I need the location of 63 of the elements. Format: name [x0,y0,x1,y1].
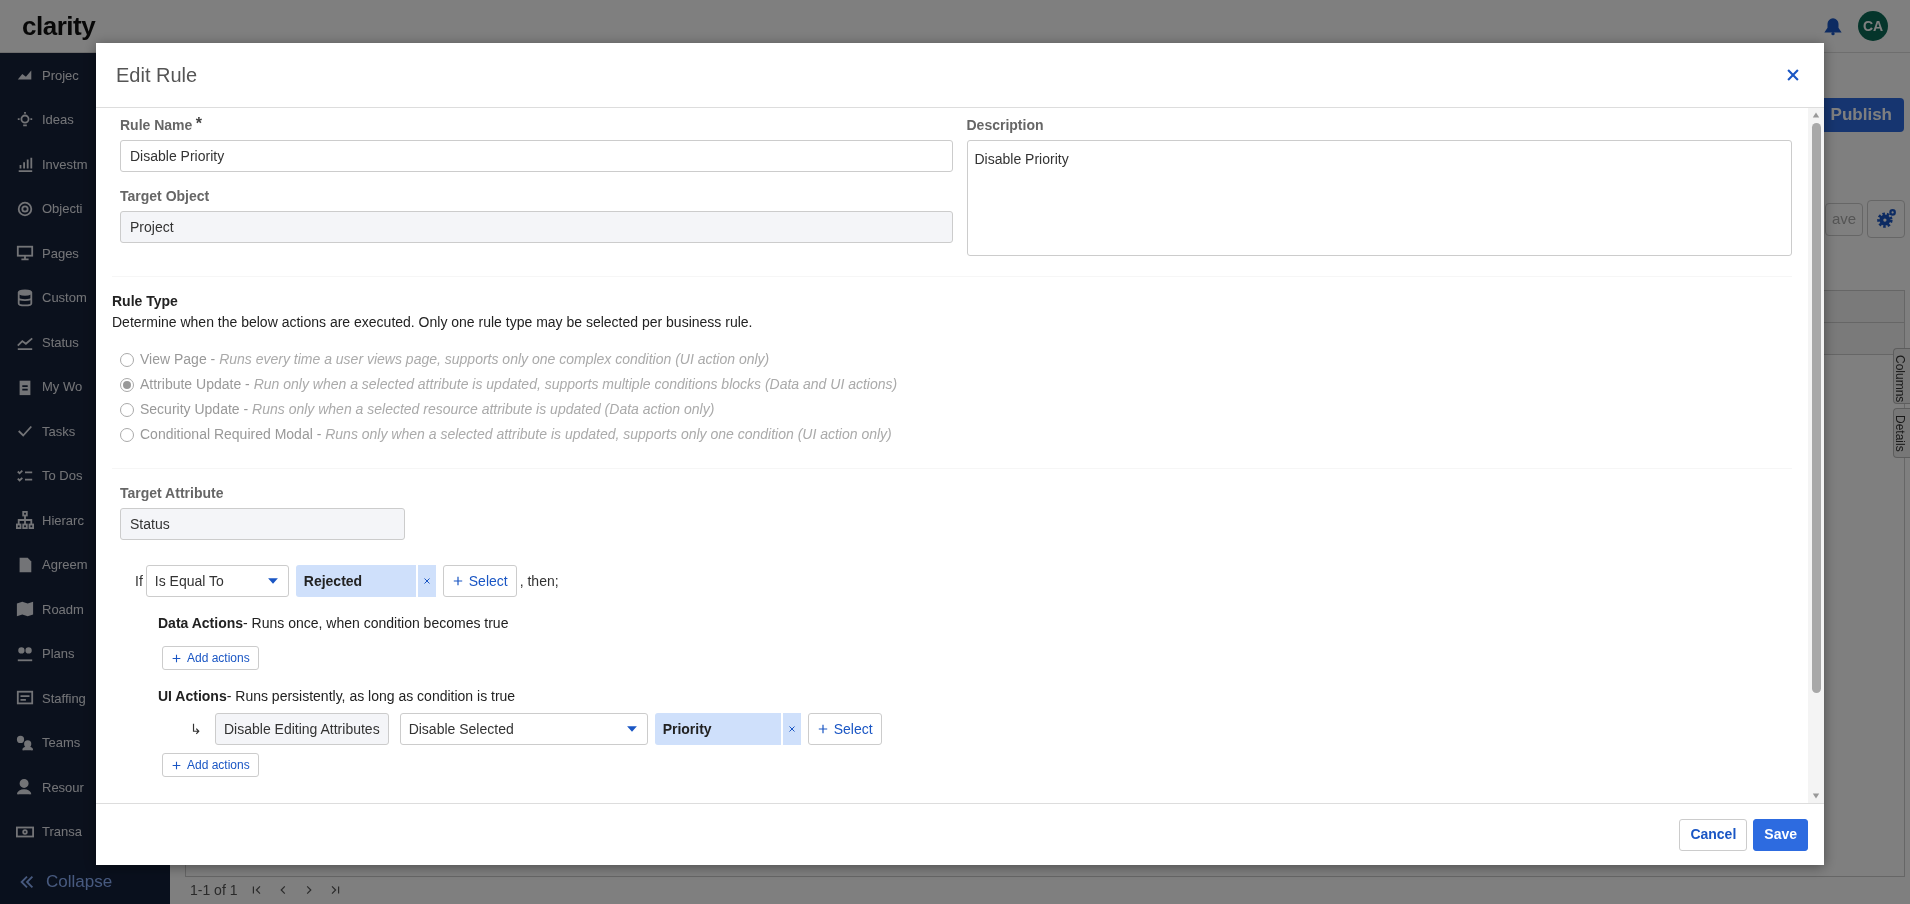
option-label: Attribute Update - Run only when a selected attribute is updated, supports multiple conditions blocks (Data and UI actions) [140,375,898,394]
double-chevron-icon [18,873,36,891]
avatar[interactable]: CA [1858,11,1888,41]
map-icon [16,600,34,619]
bell-icon[interactable] [1822,15,1844,37]
field-label: Target Object [120,187,211,206]
settings-button[interactable] [1867,200,1905,238]
group-icon [16,733,34,752]
down-arrow-icon [1811,792,1821,800]
operator-dropdown[interactable]: Is Equal To [145,565,289,597]
add-actions-button[interactable]: Add actions [162,646,259,670]
select-button[interactable]: Select [442,565,517,597]
close-icon [421,576,432,586]
mode-dropdown[interactable]: Disable Selected [399,713,648,745]
select-button[interactable]: Select [807,713,882,745]
condition-text: , then; [519,571,559,591]
bar-chart-icon [16,155,34,174]
section-description: UI Actions- Runs persistently, as long as condition is true [158,687,517,706]
logo: clarity [22,9,96,43]
section-description: Data Actions- Runs once, when condition becomes true [158,614,510,633]
required-mark: * [195,115,203,133]
option-label: Conditional Required Modal - Runs only when a selected attribute is updated, supports only one condition (UI action only) [140,425,892,444]
description-field[interactable]: Disable Priority [966,140,1792,256]
field-label: Target Attribute [120,484,225,503]
input-field[interactable]: Status [120,508,405,540]
option-label: Security Update - Runs only when a selected resource attribute is updated (Data action only) [140,400,715,419]
side-tab[interactable]: Columns [1893,348,1910,404]
plus-icon [451,575,464,587]
pager-text: 1-1 of 1 [190,880,238,900]
save-button[interactable]: Save [1753,818,1808,851]
plus-icon [171,652,182,664]
close-icon [786,724,797,734]
input-field[interactable]: Disable Priority [120,140,953,172]
selected-value-tag: Priority [654,713,801,745]
selected-value-tag: Rejected [295,565,436,597]
person-icon [16,778,34,797]
up-arrow-icon [1811,111,1821,119]
action-type-field: Disable Editing Attributes [215,713,389,745]
option-label: View Page - Runs every time a user views page, supports only one complex condition (UI action only) [140,350,770,369]
plus-icon [171,759,182,771]
field-label: Rule Name [120,116,193,135]
lightbulb-icon [16,110,34,129]
side-tab[interactable]: Details [1893,408,1910,458]
plus-icon [816,723,829,735]
arrow-icon: ↳ [190,718,202,740]
last-page-icon[interactable] [329,884,342,896]
database-icon [16,288,34,307]
field-label: Description [966,116,1045,135]
add-actions-button[interactable]: Add actions [162,753,259,777]
hierarchy-icon [16,511,34,530]
monitor-icon [16,244,34,263]
people-icon [16,644,34,663]
nav-item[interactable]: Transa [0,809,170,854]
cancel-button[interactable]: Cancel [1679,818,1748,851]
input-field[interactable]: Project [120,211,953,243]
close-icon [1786,68,1800,82]
section-title: Rule Type [112,292,179,311]
section-description: Determine when the below actions are executed. Only one rule type may be selected per business rule. [112,313,754,332]
target-icon [16,199,34,218]
scrollbar[interactable] [1808,108,1824,803]
dialog-title: Edit Rule [116,63,198,87]
gear-icon [1875,208,1897,230]
condition-label: If [135,571,143,591]
